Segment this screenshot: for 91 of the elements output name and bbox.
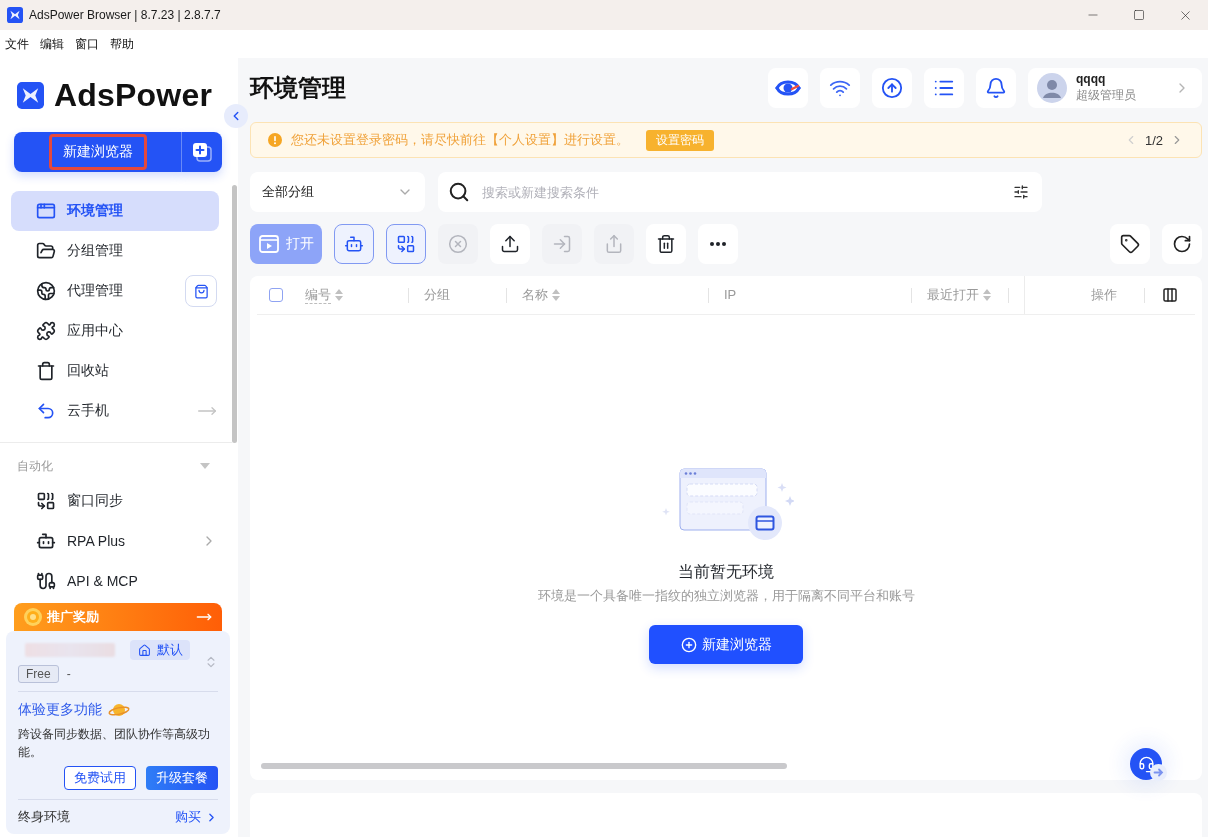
buy-link[interactable]: 购买 [175,808,218,826]
trash-icon [656,234,676,254]
coin-icon [24,608,42,626]
cable-icon [36,571,56,591]
nav-item[interactable]: 云手机 [11,391,219,431]
house-icon [137,643,151,657]
user-name: qqqq [1076,72,1107,86]
nav-item[interactable]: RPA Plus [11,521,219,561]
nav-item[interactable]: 代理管理 [11,271,219,311]
page-title: 环境管理 [250,73,346,103]
user-role: 超级管理员 [1076,87,1136,104]
warning-icon [268,133,282,147]
arrow-up-circle-icon [881,77,903,99]
team-tag[interactable]: 默认 [130,640,190,660]
filter-sliders-icon[interactable] [1013,184,1029,200]
share-icon [604,234,624,254]
nav-item[interactable]: 分组管理 [11,231,219,271]
new-browser-button[interactable]: 新建浏览器 [14,132,181,172]
maximize-icon [1133,9,1145,21]
eye-button[interactable] [768,68,808,108]
plan-tag: Free [18,665,59,683]
upload-icon [500,234,520,254]
search-icon [448,181,470,203]
more-button[interactable] [698,224,738,264]
puzzle-icon [36,321,56,341]
logo-text: AdsPower [54,76,213,114]
tag-button[interactable] [1110,224,1150,264]
upgrade-title: 体验更多功能 [18,701,102,719]
batch-add-button[interactable] [181,132,222,172]
columns-icon[interactable] [1161,287,1178,303]
bell-icon [985,77,1007,99]
wifi-button[interactable] [820,68,860,108]
delete-button[interactable] [646,224,686,264]
menu-item[interactable]: 编辑 [40,35,64,53]
free-trial-button[interactable]: 免费试用 [64,766,136,790]
robot-icon [344,234,364,254]
upload-button[interactable] [490,224,530,264]
shop-button[interactable] [185,275,217,307]
robot-button[interactable] [334,224,374,264]
scrollbar[interactable] [261,763,787,769]
menu-item[interactable]: 帮助 [110,35,134,53]
window-icon [36,201,56,221]
refresh-icon [1172,234,1192,254]
arrow-into-box-icon [552,234,572,254]
nav-item[interactable]: 窗口同步 [11,481,219,521]
empty-title: 当前暂无环境 [678,563,774,581]
select-all-checkbox[interactable] [269,288,283,302]
window-title: AdsPower Browser | 8.7.23 | 2.8.7.7 [29,8,221,22]
more-icon [710,242,726,246]
lifetime-label: 终身环境 [18,808,70,826]
globe-icon [36,281,56,301]
arrow-badge-icon [1150,764,1167,781]
column-header: IP [708,276,911,314]
column-header: 操作 [1090,286,1118,304]
new-browser-button[interactable]: 新建浏览器 [649,625,803,664]
undo-arrow-icon [36,401,56,421]
squares-icon [396,234,416,254]
plan-expiry: - [66,667,71,681]
robot-icon [36,531,56,551]
group-select[interactable]: 全部分组 [250,172,425,212]
nav-item[interactable]: 环境管理 [11,191,219,231]
close-circle-icon [448,234,468,254]
squares-icon [36,491,56,511]
eye-icon [775,80,801,96]
upgrade-button[interactable]: 升级套餐 [146,766,218,790]
nav-item[interactable]: API & MCP [11,561,219,594]
nav-item[interactable]: 回收站 [11,351,219,391]
tag-icon [1120,234,1140,254]
logo-icon [17,81,44,109]
list-button[interactable] [924,68,964,108]
plus-square-icon [192,142,212,162]
avatar-icon [1037,73,1067,103]
menu-item[interactable]: 窗口 [75,35,99,53]
upload-button[interactable] [872,68,912,108]
app-logo-icon [7,7,23,23]
refresh-button[interactable] [1162,224,1202,264]
plus-circle-icon [680,636,697,653]
notifications-button[interactable] [976,68,1016,108]
column-header: 分组 [408,276,506,314]
sync-button[interactable] [386,224,426,264]
notice-text: 您还未设置登录密码，请尽快前往【个人设置】进行设置。 [291,131,629,149]
trash-icon [36,361,56,381]
menu-item[interactable]: 文件 [5,35,29,53]
upgrade-text: 跨设备同步数据、团队协作等高级功能。 [18,726,211,761]
page-indicator: 1/2 [1144,132,1163,148]
play-window-icon [258,235,279,253]
nav-item[interactable]: 应用中心 [11,311,219,351]
shopping-bag-icon [193,283,209,299]
planet-icon [108,702,130,718]
folder-icon [36,241,56,261]
scrollbar[interactable] [232,185,237,443]
